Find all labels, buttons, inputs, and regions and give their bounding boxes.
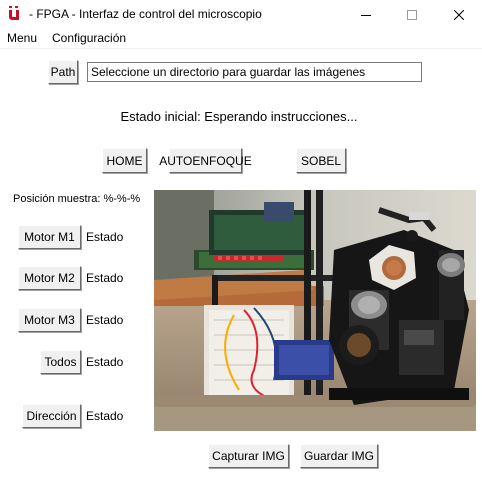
motor-m2-button[interactable]: Motor M2 xyxy=(18,266,81,290)
motor-m1-status: Estado xyxy=(86,230,124,244)
maximize-icon xyxy=(407,9,417,20)
camera-preview-image xyxy=(154,190,476,431)
maximize-button[interactable] xyxy=(389,0,435,29)
all-motors-status: Estado xyxy=(86,355,124,369)
sample-position-label: Posición muestra: %-%-% xyxy=(13,193,141,205)
minimize-button[interactable] xyxy=(343,0,389,29)
close-icon xyxy=(454,9,464,20)
direction-status: Estado xyxy=(86,409,124,423)
path-input[interactable]: Seleccione un directorio para guardar la… xyxy=(87,62,422,82)
save-image-button[interactable]: Guardar IMG xyxy=(300,444,378,468)
motor-m3-status: Estado xyxy=(86,313,124,327)
close-button[interactable] xyxy=(436,0,482,29)
title-bar: - FPGA - Interfaz de control del microsc… xyxy=(0,0,482,29)
app-logo-icon xyxy=(9,6,19,20)
minimize-icon xyxy=(361,14,371,16)
menu-item-menu[interactable]: Menu xyxy=(7,31,37,45)
motor-m1-button[interactable]: Motor M1 xyxy=(18,225,81,249)
path-button[interactable]: Path xyxy=(48,60,78,84)
direction-button[interactable]: Dirección xyxy=(22,404,81,428)
home-button[interactable]: HOME xyxy=(102,148,147,173)
status-text: Estado inicial: Esperando instrucciones.… xyxy=(120,109,358,124)
capture-image-button[interactable]: Capturar IMG xyxy=(208,444,289,468)
motor-m3-button[interactable]: Motor M3 xyxy=(18,308,81,332)
sobel-button[interactable]: SOBEL xyxy=(296,148,346,173)
menu-divider xyxy=(0,48,482,49)
autofocus-button[interactable]: AUTOENFOQUE xyxy=(159,148,252,173)
motor-m2-status: Estado xyxy=(86,271,124,285)
all-motors-button[interactable]: Todos xyxy=(40,350,81,374)
window-title: - FPGA - Interfaz de control del microsc… xyxy=(29,7,262,21)
menu-item-configuracion[interactable]: Configuración xyxy=(52,31,126,45)
